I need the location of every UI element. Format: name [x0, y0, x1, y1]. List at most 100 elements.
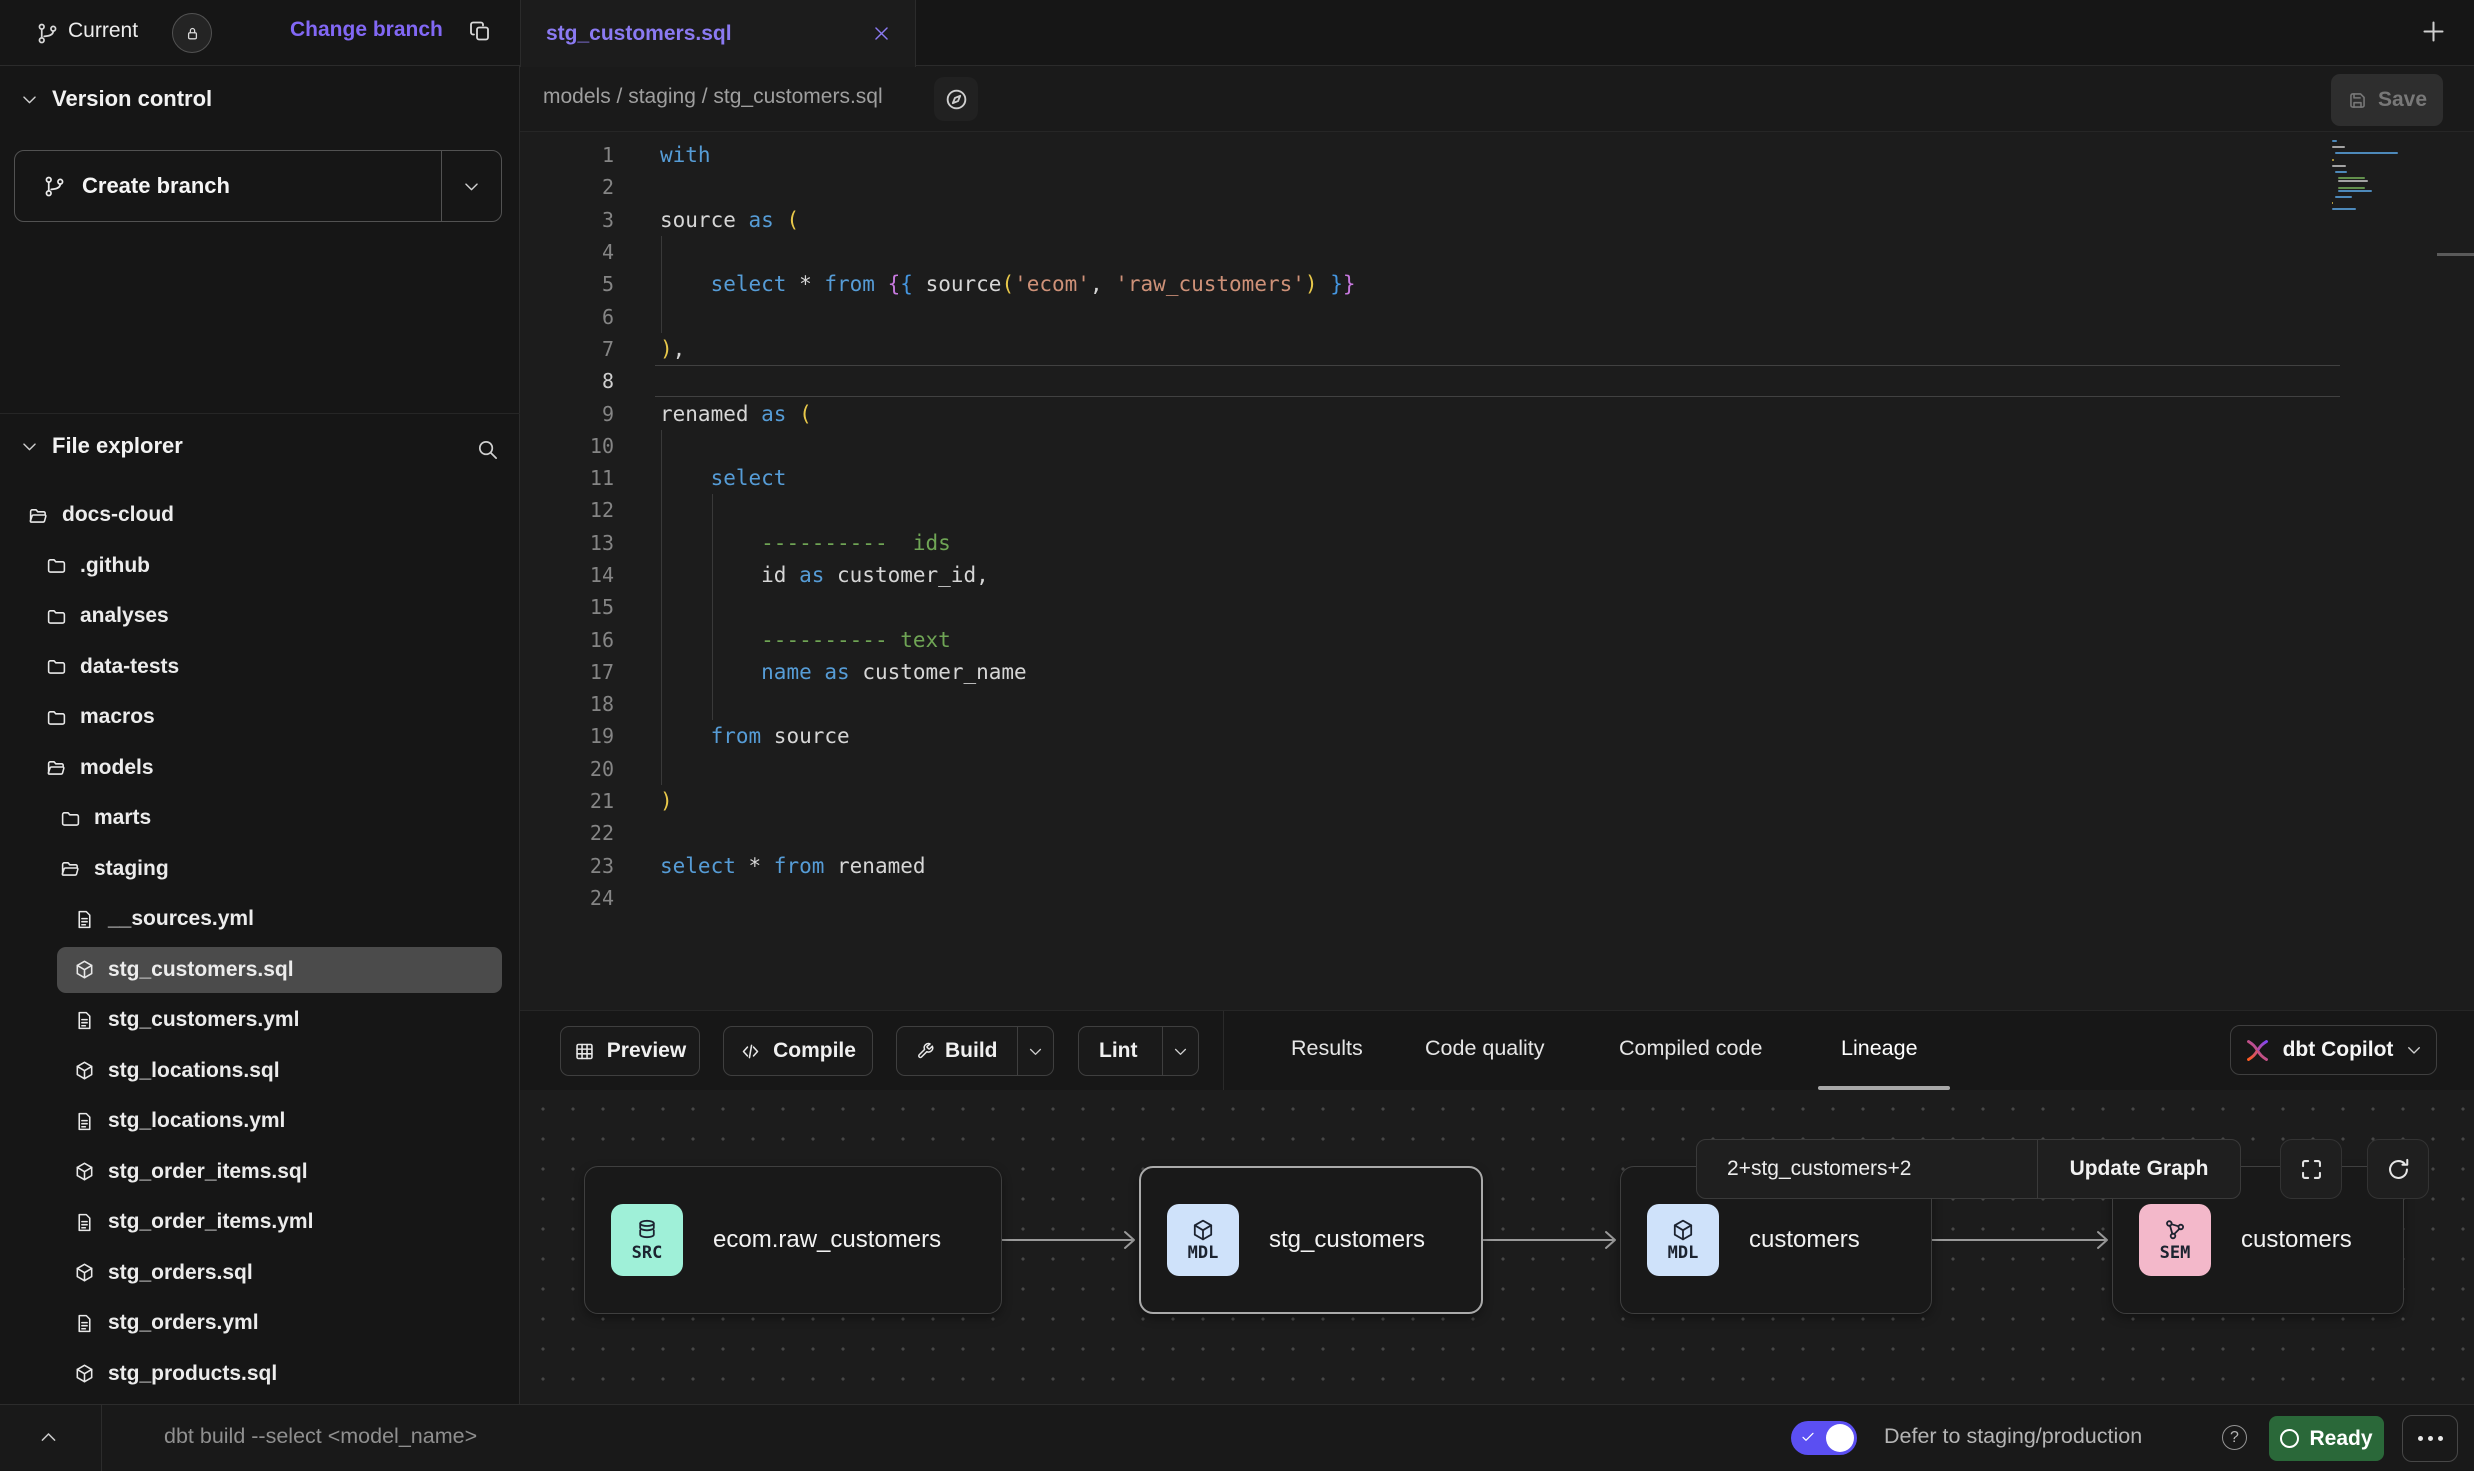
pane-tab-code-quality[interactable]: Code quality [1425, 1036, 1545, 1061]
code-line[interactable]: 5 select * from {{ source('ecom', 'raw_c… [520, 268, 2474, 300]
tree-item[interactable]: staging [0, 844, 520, 895]
tree-item[interactable]: __sources.yml [0, 894, 520, 945]
lineage-node-ecom-raw_customers[interactable]: SRC ecom.raw_customers [584, 1166, 1002, 1314]
save-button[interactable]: Save [2331, 74, 2443, 126]
command-input[interactable]: dbt build --select <model_name> [164, 1424, 477, 1449]
line-number: 21 [520, 789, 614, 813]
chevron-up-icon[interactable] [38, 1427, 59, 1448]
code-line[interactable]: 9renamed as ( [520, 397, 2474, 429]
scrollbar-thumb[interactable] [2437, 253, 2474, 256]
node-badge-src: SRC [611, 1204, 683, 1276]
node-label: ecom.raw_customers [713, 1226, 941, 1254]
tree-item[interactable]: models [0, 743, 520, 794]
tree-item[interactable]: stg_orders.sql [0, 1248, 520, 1299]
fullscreen-button[interactable] [2280, 1139, 2342, 1199]
indent-guide [712, 527, 713, 559]
tree-item[interactable]: stg_customers.sql [0, 945, 520, 996]
dbt-copilot-button[interactable]: dbt Copilot [2230, 1025, 2437, 1075]
lint-button[interactable]: Lint [1078, 1026, 1199, 1076]
tree-item[interactable]: stg_order_items.yml [0, 1197, 520, 1248]
ready-status-button[interactable]: Ready [2269, 1416, 2384, 1461]
copy-icon[interactable] [468, 19, 492, 43]
code-line[interactable]: 11 select [520, 462, 2474, 494]
search-icon[interactable] [476, 438, 499, 461]
new-tab-button[interactable] [2420, 18, 2447, 45]
defer-toggle[interactable] [1791, 1421, 1857, 1455]
code-line[interactable]: 20 [520, 753, 2474, 785]
code-line[interactable]: 15 [520, 591, 2474, 623]
tree-item[interactable]: macros [0, 692, 520, 743]
update-graph-button[interactable]: Update Graph [2037, 1140, 2240, 1198]
indent-guide [661, 591, 662, 623]
version-control-header[interactable]: Version control [0, 80, 520, 120]
pane-tab-compiled-code[interactable]: Compiled code [1619, 1036, 1762, 1061]
code-line[interactable]: 12 [520, 494, 2474, 526]
close-icon[interactable] [872, 24, 891, 43]
code-line[interactable]: 19 from source [520, 720, 2474, 752]
tree-item[interactable]: .github [0, 541, 520, 592]
change-branch-link[interactable]: Change branch [290, 18, 443, 42]
line-number: 11 [520, 466, 614, 490]
minimap[interactable] [2332, 140, 2412, 330]
tree-item[interactable]: data-tests [0, 642, 520, 693]
code-line[interactable]: 22 [520, 817, 2474, 849]
code-line[interactable]: 23select * from renamed [520, 850, 2474, 882]
tree-item[interactable]: stg_customers.yml [0, 995, 520, 1046]
code-line[interactable]: 13 ---------- ids [520, 527, 2474, 559]
create-branch-main[interactable]: Create branch [15, 151, 441, 221]
tree-item[interactable]: stg_order_items.sql [0, 1147, 520, 1198]
tree-item-label: stg_order_items.sql [108, 1160, 308, 1184]
pane-tab-results[interactable]: Results [1291, 1036, 1363, 1061]
lint-label: Lint [1099, 1039, 1137, 1063]
table-icon [574, 1041, 595, 1062]
code-line[interactable]: 6 [520, 300, 2474, 332]
create-branch-button[interactable]: Create branch [14, 150, 502, 222]
node-badge-mdl: MDL [1647, 1204, 1719, 1276]
lock-icon [184, 25, 201, 42]
refresh-button[interactable] [2367, 1139, 2429, 1199]
code-line[interactable]: 8 [520, 365, 2474, 397]
tree-item-label: .github [80, 554, 150, 578]
copilot-compass-button[interactable] [934, 77, 978, 121]
preview-button[interactable]: Preview [560, 1026, 700, 1076]
code-line[interactable]: 10 [520, 430, 2474, 462]
tab-stg-customers-sql[interactable]: stg_customers.sql [520, 0, 916, 67]
build-button[interactable]: Build [896, 1026, 1054, 1076]
lineage-selector-input[interactable]: 2+stg_customers+2 [1697, 1140, 2037, 1198]
git-branch-icon [36, 22, 59, 45]
help-icon[interactable]: ? [2222, 1425, 2247, 1450]
build-dropdown[interactable] [1017, 1027, 1053, 1075]
tree-item[interactable]: marts [0, 793, 520, 844]
code-line[interactable]: 2 [520, 171, 2474, 203]
tree-item[interactable]: stg_locations.sql [0, 1046, 520, 1097]
lint-dropdown[interactable] [1162, 1027, 1198, 1075]
pane-tab-lineage[interactable]: Lineage [1841, 1036, 1918, 1061]
code-editor[interactable]: 1with23source as (45 select * from {{ so… [520, 132, 2474, 1010]
compile-label: Compile [773, 1039, 856, 1063]
folder-icon [46, 606, 67, 627]
code-line[interactable]: 24 [520, 882, 2474, 914]
code-line[interactable]: 21) [520, 785, 2474, 817]
code-line[interactable]: 7), [520, 333, 2474, 365]
file-explorer-header[interactable]: File explorer [0, 427, 520, 467]
code-line[interactable]: 1with [520, 139, 2474, 171]
lineage-canvas[interactable]: SRC ecom.raw_customers MDLstg_customers MDL… [520, 1090, 2474, 1404]
code-line[interactable]: 4 [520, 236, 2474, 268]
lineage-node-stg_customers[interactable]: MDLstg_customers [1139, 1166, 1483, 1314]
create-branch-dropdown[interactable] [441, 151, 501, 221]
code-line[interactable]: 14 id as customer_id, [520, 559, 2474, 591]
tree-item-label: stg_products.sql [108, 1362, 277, 1386]
code-line[interactable]: 17 name as customer_name [520, 656, 2474, 688]
tree-item[interactable]: docs-cloud [0, 490, 520, 541]
code-line[interactable]: 3source as ( [520, 204, 2474, 236]
folder-open-icon [60, 858, 81, 879]
minimap-line [2332, 140, 2337, 142]
code-line[interactable]: 16 ---------- text [520, 623, 2474, 655]
compile-button[interactable]: Compile [723, 1026, 873, 1076]
more-options-button[interactable] [2402, 1415, 2458, 1462]
tree-item[interactable]: analyses [0, 591, 520, 642]
tree-item[interactable]: stg_orders.yml [0, 1298, 520, 1349]
tree-item[interactable]: stg_locations.yml [0, 1096, 520, 1147]
code-line[interactable]: 18 [520, 688, 2474, 720]
tree-item[interactable]: stg_products.sql [0, 1349, 520, 1400]
